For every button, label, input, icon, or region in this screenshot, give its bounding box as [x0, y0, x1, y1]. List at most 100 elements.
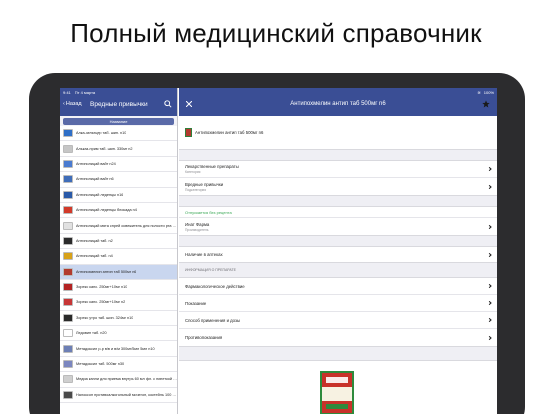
drug-label: Метадоксил таб. 500мг n30 — [76, 362, 125, 367]
sort-segment-bar: Название — [60, 116, 177, 126]
drug-list-item[interactable]: Ледовин таб. n20 — [60, 326, 177, 342]
drug-label: Зорекс капс. 250мг+10мг n2 — [76, 300, 126, 305]
drug-thumbnail — [63, 252, 73, 261]
drug-thumbnail — [63, 236, 73, 245]
drug-list: Алка-зельтцер таб. шип. n10 Альказ-прим т… — [60, 126, 177, 404]
availability-row[interactable]: Наличие в аптеках — [179, 247, 497, 262]
search-icon[interactable] — [164, 100, 172, 108]
wifi-icon: ≋ — [477, 89, 481, 95]
drug-thumbnail — [63, 129, 73, 138]
drug-list-item[interactable]: Метадоксил р-р в/в и в/м 300мг/5мл 5мл n… — [60, 341, 177, 357]
drug-label: Зорекс капс. 250мг+10мг n10 — [76, 285, 128, 290]
subcategory-row[interactable]: Вредные привычки Подкатегория — [179, 178, 497, 195]
info-row[interactable]: Противопоказания — [179, 329, 497, 346]
drug-list-item[interactable]: Алка-зельтцер таб. шип. n10 — [60, 126, 177, 142]
drug-thumbnail — [63, 221, 73, 230]
drug-label: Зорекс утро таб. шип. 324мг n10 — [76, 315, 134, 320]
drug-label: Антиполицай мята спрей освежитель для по… — [76, 223, 177, 228]
drug-thumbnail — [63, 329, 73, 338]
promo-headline: Полный медицинский справочник — [70, 18, 482, 48]
drug-label: Антиполицай таб. n2 — [76, 238, 113, 243]
info-row[interactable]: Показание — [179, 295, 497, 312]
drug-list-item[interactable]: Зорекс капс. 250мг+10мг n2 — [60, 295, 177, 311]
drug-list-item[interactable]: Антиполицай леденцы n16 — [60, 188, 177, 203]
drug-thumbnail — [63, 375, 73, 384]
master-list-pane: ‹ Назад Вредные привычки Название Алка-з… — [60, 88, 178, 414]
drug-label: Антиполицай таб. n4 — [76, 254, 113, 259]
drug-list-item[interactable]: Метадоксил таб. 500мг n30 — [60, 357, 177, 373]
category-label: Лекарственные препараты — [185, 164, 239, 169]
manufacturer-row[interactable]: Инат Фарма Производитель — [179, 218, 497, 235]
drug-label: Антиполицай вайт n6 — [76, 177, 114, 182]
drug-thumbnail — [63, 344, 73, 353]
info-row[interactable]: Способ применения и дозы — [179, 312, 497, 329]
drug-list-item[interactable]: Антиполицай леденцы блокада n4 — [60, 203, 177, 219]
drug-label: Альказ-прим таб. шип. 330мг n2 — [76, 146, 133, 151]
manufacturer-label: Инат Фарма — [185, 221, 210, 227]
drug-thumbnail — [63, 298, 73, 307]
drug-list-item[interactable]: Альказ-прим таб. шип. 330мг n2 — [60, 141, 177, 157]
drug-list-item[interactable]: Зорекс капс. 250мг+10мг n10 — [60, 280, 177, 296]
rx-status-row: Отпускается без рецепта — [179, 207, 497, 218]
drug-label: Антиполицай леденцы n16 — [76, 192, 124, 197]
drug-list-item[interactable]: Антиполицай вайт n6 — [60, 172, 177, 188]
info-row-label: Способ применения и дозы — [185, 317, 241, 323]
drug-list-item[interactable]: Антиполицай таб. n2 — [60, 234, 177, 250]
status-battery: 100% — [483, 89, 494, 95]
drug-list-item[interactable]: Налоксон противоалкогольный мочегон, кок… — [60, 388, 177, 404]
drug-list-item[interactable]: Антиполицай вайт n24 — [60, 157, 177, 173]
drug-list-item[interactable]: Антиполицай мята спрей освежитель для по… — [60, 218, 177, 234]
drug-label: Антипохмелин антип таб 500мг n6 — [76, 269, 137, 274]
drug-list-item[interactable]: Медиа капли для приема внутрь 60 мл фл. … — [60, 372, 177, 388]
back-button[interactable]: ‹ Назад — [63, 101, 82, 107]
sort-by-name-segment[interactable]: Название — [63, 118, 174, 125]
category-sub: Категория — [185, 170, 201, 174]
category-group: Лекарственные препараты Категория Вредны… — [179, 160, 497, 196]
info-row-label: Показание — [185, 300, 207, 306]
product-package-image — [320, 371, 354, 414]
subcategory-label: Вредные привычки — [185, 181, 224, 187]
drug-thumbnail — [63, 190, 73, 199]
info-group: Фармакологическое действие Показание Спосо… — [179, 277, 497, 347]
availability-label: Наличие в аптеках — [185, 252, 223, 257]
drug-thumbnail — [63, 175, 73, 184]
detail-title: Антипохмелин антип таб 500мг n6 — [290, 101, 386, 107]
status-bar: 9:41 Пт 4 марта ≋ 100% — [60, 88, 497, 96]
drug-thumbnail — [63, 283, 73, 292]
product-header: Антипохмелин антип таб 500мг n6 — [179, 116, 497, 150]
product-image-area — [179, 360, 497, 414]
status-time: 9:41 — [63, 89, 71, 95]
drug-label: Метадоксил р-р в/в и в/м 300мг/5мл 5мл n… — [76, 346, 155, 351]
drug-label: Алка-зельтцер таб. шип. n10 — [76, 131, 127, 136]
drug-thumbnail — [63, 390, 73, 399]
tablet-screen: 9:41 Пт 4 марта ≋ 100% ‹ Назад Вредные п… — [60, 88, 497, 414]
chevron-left-icon: ‹ — [63, 101, 65, 107]
drug-thumbnail — [63, 360, 73, 369]
drug-thumbnail — [63, 159, 73, 168]
drug-label: Антиполицай леденцы блокада n4 — [76, 208, 137, 213]
info-row-label: Фармакологическое действие — [185, 283, 245, 289]
drug-thumbnail — [63, 313, 73, 322]
category-row[interactable]: Лекарственные препараты Категория — [179, 161, 497, 178]
back-label: Назад — [65, 101, 82, 107]
manufacturer-sub: Производитель — [185, 227, 209, 232]
manufacturer-group: Отпускается без рецепта Инат Фарма Произ… — [179, 206, 497, 236]
info-row-label: Противопоказания — [185, 335, 223, 340]
info-row[interactable]: Фармакологическое действие — [179, 278, 497, 295]
drug-thumbnail — [63, 206, 73, 215]
availability-group: Наличие в аптеках — [179, 246, 497, 263]
drug-list-item[interactable]: Антипохмелин антип таб 500мг n6 — [60, 264, 177, 280]
drug-label: Ледовин таб. n20 — [76, 331, 107, 336]
info-section-header: ИНФОРМАЦИЯ О ПРЕПАРАТЕ — [185, 268, 236, 272]
drug-thumbnail — [63, 144, 73, 153]
product-name: Антипохмелин антип таб 500мг n6 — [195, 130, 264, 135]
drug-list-item[interactable]: Зорекс утро таб. шип. 324мг n10 — [60, 311, 177, 327]
left-nav-title: Вредные привычки — [90, 101, 148, 108]
drug-thumbnail — [63, 267, 73, 276]
drug-list-item[interactable]: Антиполицай таб. n4 — [60, 249, 177, 265]
drug-label: Налоксон противоалкогольный мочегон, кок… — [76, 392, 177, 397]
rx-status-note: Отпускается без рецепта — [185, 209, 232, 215]
favorite-star-icon[interactable] — [482, 100, 490, 108]
status-date: Пт 4 марта — [74, 89, 96, 95]
product-thumbnail — [185, 128, 192, 137]
